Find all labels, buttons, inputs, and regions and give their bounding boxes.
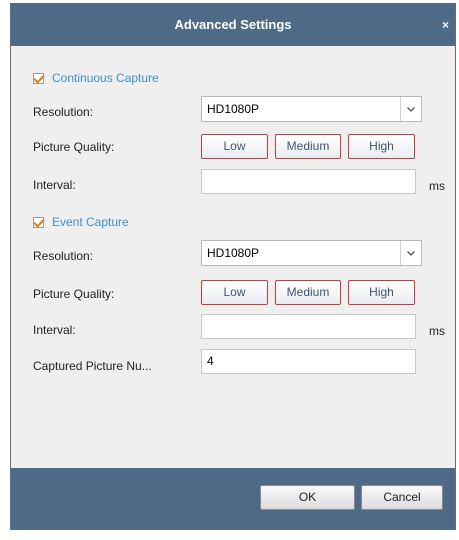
ok-button[interactable]: OK <box>260 485 355 510</box>
close-icon[interactable]: × <box>442 4 449 46</box>
event-quality-low-button[interactable]: Low <box>201 280 268 305</box>
captured-picture-number-label: Captured Picture Nu... <box>33 359 152 373</box>
event-resolution-value: HD1080P <box>207 246 260 260</box>
continuous-resolution-value: HD1080P <box>207 102 260 116</box>
event-capture-toggle[interactable]: Event Capture <box>33 213 129 231</box>
event-resolution-select[interactable]: HD1080P <box>201 240 422 266</box>
event-resolution-label: Resolution: <box>33 249 94 263</box>
event-capture-label: Event Capture <box>52 215 129 229</box>
continuous-quality-high-button[interactable]: High <box>348 134 415 159</box>
continuous-resolution-label: Resolution: <box>33 105 94 119</box>
event-capture-checkbox[interactable] <box>33 216 44 228</box>
event-quality-medium-button[interactable]: Medium <box>275 280 341 305</box>
continuous-interval-input[interactable] <box>201 169 416 194</box>
event-interval-unit: ms <box>429 324 445 338</box>
dialog-title: Advanced Settings <box>174 17 292 32</box>
continuous-interval-unit: ms <box>429 179 445 193</box>
chevron-down-icon[interactable] <box>400 241 421 265</box>
continuous-resolution-select[interactable]: HD1080P <box>201 96 422 122</box>
continuous-capture-toggle[interactable]: Continuous Capture <box>33 69 159 87</box>
continuous-quality-low-button[interactable]: Low <box>201 134 268 159</box>
continuous-quality-medium-button[interactable]: Medium <box>275 134 341 159</box>
advanced-settings-dialog: Advanced Settings × Continuous Capture R… <box>10 3 456 530</box>
continuous-capture-label: Continuous Capture <box>52 71 159 85</box>
continuous-interval-label: Interval: <box>33 178 76 192</box>
dialog-title-bar: Advanced Settings × <box>11 4 455 46</box>
captured-picture-number-input[interactable]: 4 <box>201 349 416 374</box>
event-interval-label: Interval: <box>33 323 76 337</box>
continuous-quality-label: Picture Quality: <box>33 140 115 154</box>
event-interval-input[interactable] <box>201 314 416 339</box>
chevron-down-icon[interactable] <box>400 97 421 121</box>
cancel-button[interactable]: Cancel <box>361 485 443 510</box>
continuous-capture-checkbox[interactable] <box>33 72 44 84</box>
event-quality-label: Picture Quality: <box>33 287 115 301</box>
event-quality-high-button[interactable]: High <box>348 280 415 305</box>
dialog-footer: OK Cancel <box>11 468 455 529</box>
